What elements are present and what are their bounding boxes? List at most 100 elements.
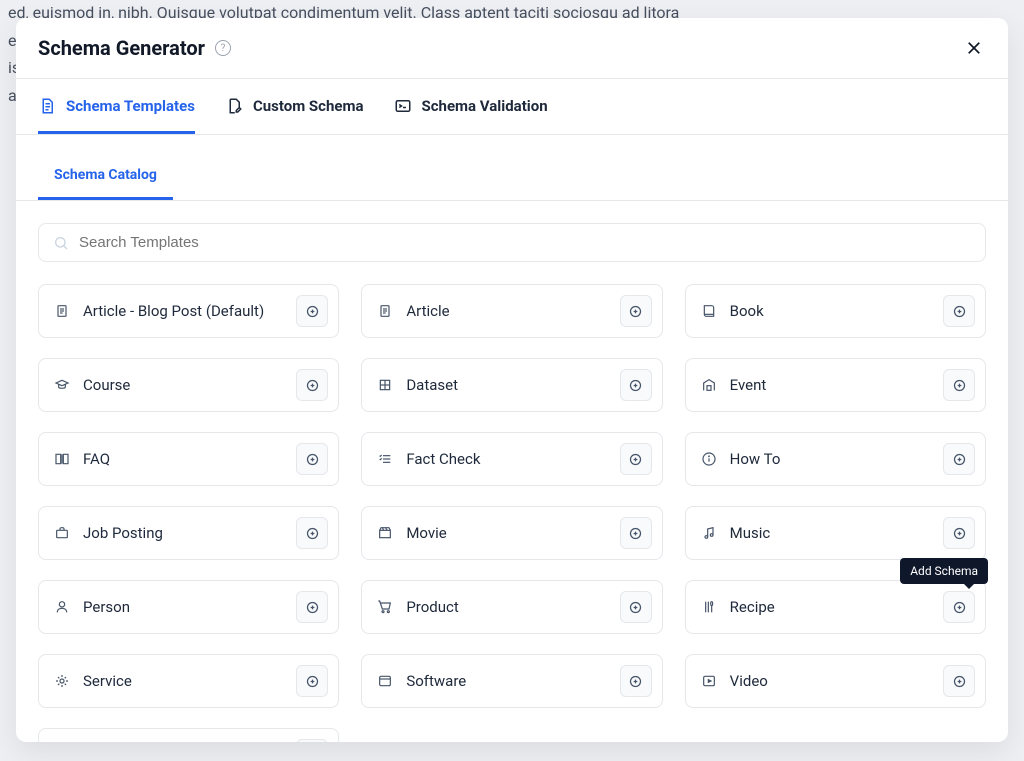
template-card[interactable]: How To xyxy=(685,432,986,486)
template-card[interactable]: Person xyxy=(38,580,339,634)
template-card[interactable]: Book xyxy=(685,284,986,338)
book-icon xyxy=(700,302,718,320)
modal-header: Schema Generator ? xyxy=(16,18,1008,79)
plus-circle-icon xyxy=(305,526,320,541)
schema-generator-modal: Schema Generator ? Schema Templates Cust… xyxy=(16,18,1008,742)
add-schema-button[interactable] xyxy=(296,295,328,327)
template-label: Book xyxy=(730,302,931,320)
template-label: Event xyxy=(730,376,931,394)
add-schema-button[interactable] xyxy=(943,517,975,549)
add-schema-button[interactable] xyxy=(620,591,652,623)
window-icon xyxy=(376,672,394,690)
clapperboard-icon xyxy=(376,524,394,542)
play-icon xyxy=(700,672,718,690)
person-icon xyxy=(53,598,71,616)
template-label: Person xyxy=(83,598,284,616)
template-label: Article - Blog Post (Default) xyxy=(83,302,284,320)
recipe-icon xyxy=(700,598,718,616)
template-card[interactable]: Fact Check xyxy=(361,432,662,486)
template-card[interactable]: Web Page xyxy=(38,728,339,742)
template-card[interactable]: Event xyxy=(685,358,986,412)
add-schema-button[interactable] xyxy=(943,443,975,475)
template-card[interactable]: Course xyxy=(38,358,339,412)
template-label: Article xyxy=(406,302,607,320)
template-card[interactable]: FAQ xyxy=(38,432,339,486)
plus-circle-icon xyxy=(628,674,643,689)
template-card[interactable]: Dataset xyxy=(361,358,662,412)
add-schema-button[interactable] xyxy=(296,591,328,623)
close-button[interactable] xyxy=(962,36,986,60)
template-card[interactable]: Job Posting xyxy=(38,506,339,560)
template-card[interactable]: Recipe xyxy=(685,580,986,634)
add-schema-button[interactable] xyxy=(296,517,328,549)
search-input[interactable] xyxy=(79,234,971,251)
template-card[interactable]: Product xyxy=(361,580,662,634)
close-icon xyxy=(965,39,983,57)
search-field[interactable] xyxy=(38,223,986,262)
template-label: Video xyxy=(730,672,931,690)
plus-circle-icon xyxy=(952,378,967,393)
music-note-icon xyxy=(700,524,718,542)
template-label: Software xyxy=(406,672,607,690)
add-schema-button[interactable] xyxy=(620,665,652,697)
template-grid: Article - Blog Post (Default) Article Book… xyxy=(38,284,986,742)
book-open-icon xyxy=(53,450,71,468)
tab-schema-templates[interactable]: Schema Templates xyxy=(38,79,195,134)
template-label: Movie xyxy=(406,524,607,542)
add-schema-button[interactable] xyxy=(943,369,975,401)
add-schema-button[interactable] xyxy=(943,665,975,697)
plus-circle-icon xyxy=(952,600,967,615)
tab-label: Schema Validation xyxy=(422,97,548,115)
help-icon[interactable]: ? xyxy=(215,40,231,56)
add-schema-button[interactable] xyxy=(296,369,328,401)
template-card[interactable]: Music xyxy=(685,506,986,560)
briefcase-icon xyxy=(53,524,71,542)
template-label: Job Posting xyxy=(83,524,284,542)
plus-circle-icon xyxy=(305,304,320,319)
tab-custom-schema[interactable]: Custom Schema xyxy=(225,79,364,134)
template-card[interactable]: Article xyxy=(361,284,662,338)
add-schema-button[interactable] xyxy=(620,369,652,401)
tab-schema-validation[interactable]: Schema Validation xyxy=(394,79,548,134)
gear-icon xyxy=(53,672,71,690)
modal-content: Article - Blog Post (Default) Article Book… xyxy=(16,201,1008,742)
add-schema-button[interactable] xyxy=(296,739,328,742)
document-icon xyxy=(53,302,71,320)
plus-circle-icon xyxy=(952,526,967,541)
document-icon xyxy=(376,302,394,320)
add-schema-button[interactable] xyxy=(620,443,652,475)
template-label: Dataset xyxy=(406,376,607,394)
add-schema-button[interactable] xyxy=(296,443,328,475)
template-label: Service xyxy=(83,672,284,690)
plus-circle-icon xyxy=(952,304,967,319)
file-edit-icon xyxy=(225,97,243,115)
plus-circle-icon xyxy=(305,600,320,615)
add-schema-button[interactable] xyxy=(943,295,975,327)
template-label: Product xyxy=(406,598,607,616)
template-label: Recipe xyxy=(730,598,931,616)
tab-label: Custom Schema xyxy=(253,97,364,115)
add-schema-button[interactable] xyxy=(943,591,975,623)
plus-circle-icon xyxy=(628,304,643,319)
template-card[interactable]: Movie xyxy=(361,506,662,560)
template-label: FAQ xyxy=(83,450,284,468)
template-label: Music xyxy=(730,524,931,542)
subtab-schema-catalog[interactable]: Schema Catalog xyxy=(38,151,173,200)
plus-circle-icon xyxy=(628,600,643,615)
tab-label: Schema Templates xyxy=(66,97,195,115)
template-card[interactable]: Video xyxy=(685,654,986,708)
add-schema-button[interactable] xyxy=(296,665,328,697)
search-icon xyxy=(53,235,69,251)
plus-circle-icon xyxy=(305,674,320,689)
modal-title: Schema Generator xyxy=(38,36,205,60)
add-schema-button[interactable] xyxy=(620,517,652,549)
plus-circle-icon xyxy=(952,674,967,689)
file-icon xyxy=(38,97,56,115)
template-card[interactable]: Software xyxy=(361,654,662,708)
template-card[interactable]: Service xyxy=(38,654,339,708)
template-label: Fact Check xyxy=(406,450,607,468)
template-card[interactable]: Article - Blog Post (Default) xyxy=(38,284,339,338)
plus-circle-icon xyxy=(628,526,643,541)
add-schema-button[interactable] xyxy=(620,295,652,327)
building-icon xyxy=(700,376,718,394)
